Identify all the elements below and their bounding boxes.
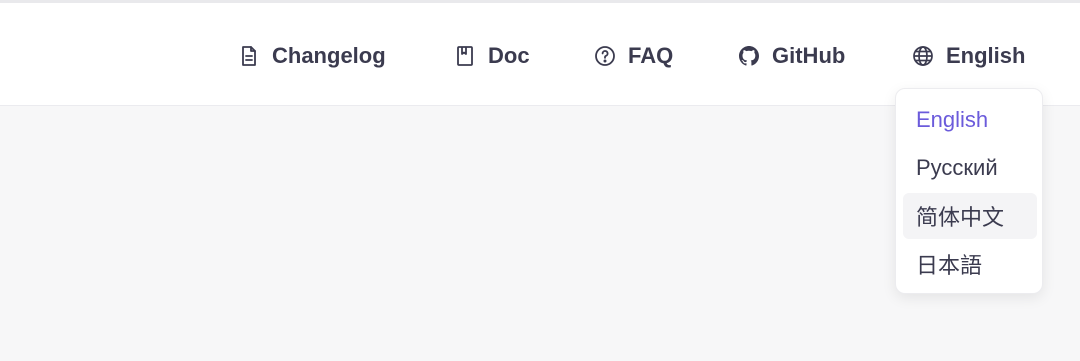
language-switcher[interactable]: English [910,40,1025,72]
book-icon [452,43,478,69]
globe-icon [910,43,936,69]
document-icon [236,43,262,69]
nav-label-github: GitHub [772,43,846,68]
question-circle-icon [592,43,618,69]
language-option-label: English [916,107,989,132]
language-dropdown-menu: English Русский 简体中文 日本語 [895,88,1043,294]
nav-label-faq: FAQ [628,43,674,68]
language-option-label: 简体中文 [916,205,1005,230]
language-option-simplified-chinese[interactable]: 简体中文 [903,193,1037,239]
language-option-label: Русский [916,155,998,180]
nav-link-faq[interactable]: FAQ [592,40,673,72]
nav-link-doc[interactable]: Doc [452,40,530,72]
nav-label-doc: Doc [488,43,530,68]
nav-link-github[interactable]: GitHub [736,40,845,72]
nav-label-changelog: Changelog [272,43,386,68]
language-switcher-label: English [946,43,1026,68]
language-option-english[interactable]: English [903,97,1037,143]
language-option-japanese[interactable]: 日本語 [903,241,1037,287]
language-option-label: 日本語 [916,253,983,278]
language-option-russian[interactable]: Русский [903,145,1037,191]
github-icon [736,43,762,69]
nav-link-changelog[interactable]: Changelog [236,40,386,72]
